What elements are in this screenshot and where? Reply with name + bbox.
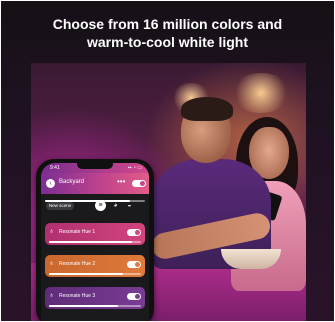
light-brightness-fill [49, 305, 118, 307]
light-brightness-slider[interactable] [49, 305, 141, 307]
new-scene-button[interactable]: New scene [46, 202, 74, 210]
light-toggle[interactable] [127, 261, 141, 268]
palette-icon[interactable]: ◕ [111, 201, 120, 210]
phone-notch [77, 163, 113, 169]
scene-bar: New scene ≡ ◕ ◒ [41, 197, 149, 215]
status-time: 9:41 [50, 165, 60, 171]
light-card-2[interactable]: ♁ Resonate Hue 2 [45, 255, 145, 277]
product-card: Choose from 16 million colors and warm-t… [1, 1, 334, 321]
light-card-3[interactable]: ♁ Resonate Hue 3 [45, 287, 145, 309]
status-bar: 9:41 ▪▪ ◔ ▭ [41, 163, 149, 173]
headline-line-1: Choose from 16 million colors and [52, 16, 283, 32]
bulb-icon: ♁ [49, 228, 55, 235]
light-brightness-slider[interactable] [49, 273, 141, 275]
light-toggle[interactable] [127, 229, 141, 236]
chevron-left-icon[interactable]: ‹ [46, 179, 55, 188]
smartphone: 9:41 ▪▪ ◔ ▭ ‹ Backyard ••• New scene ≡ ◕… [36, 159, 154, 321]
color-picker-icon[interactable]: ◒ [125, 201, 134, 210]
room-header[interactable]: ‹ Backyard ••• [41, 173, 149, 202]
headline: Choose from 16 million colors and warm-t… [1, 15, 334, 51]
headline-line-2: warm-to-cool white light [87, 34, 248, 50]
bulb-icon: ♁ [49, 292, 55, 299]
light-brightness-slider[interactable] [49, 241, 141, 243]
hue-app-screen: 9:41 ▪▪ ◔ ▭ ‹ Backyard ••• New scene ≡ ◕… [41, 163, 149, 321]
light-brightness-fill [49, 241, 132, 243]
light-brightness-fill [49, 273, 123, 275]
light-name: Resonate Hue 2 [59, 261, 96, 267]
list-icon[interactable]: ≡ [95, 200, 106, 211]
room-name: Backyard [59, 179, 85, 185]
status-icons: ▪▪ ◔ ▭ [127, 165, 142, 171]
light-toggle[interactable] [127, 293, 141, 300]
bulb-icon: ♁ [49, 260, 55, 267]
man-hair [181, 97, 233, 121]
light-card-1[interactable]: ♁ Resonate Hue 1 [45, 223, 145, 245]
light-name: Resonate Hue 3 [59, 293, 96, 299]
room-toggle[interactable] [132, 180, 146, 187]
string-light [231, 73, 291, 113]
more-icon[interactable]: ••• [117, 177, 125, 186]
light-name: Resonate Hue 1 [59, 229, 96, 235]
